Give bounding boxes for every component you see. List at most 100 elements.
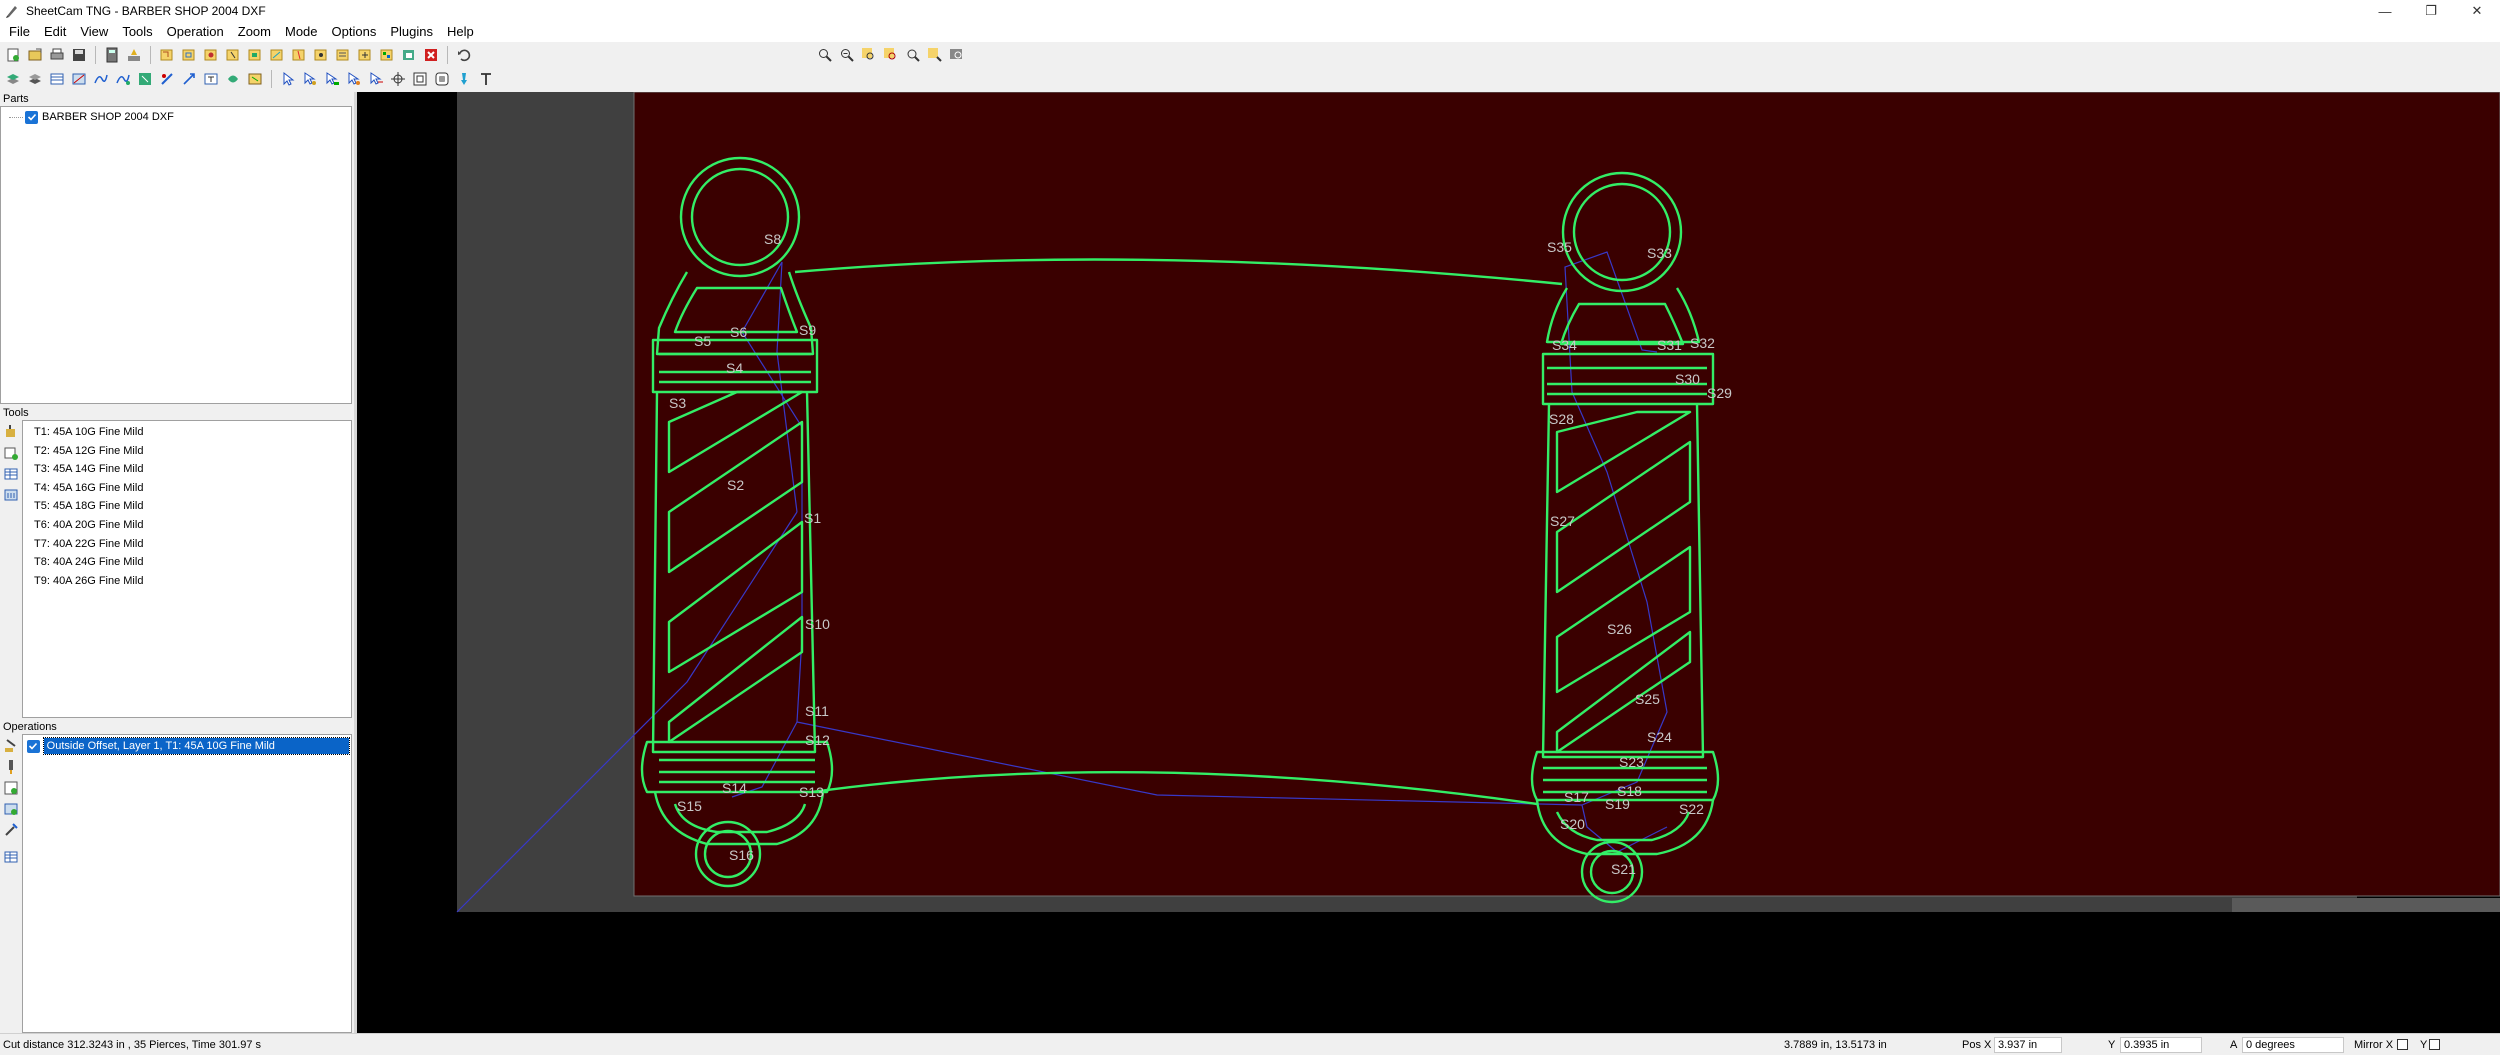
- stop-code-icon[interactable]: [332, 44, 353, 66]
- show-tabs-icon[interactable]: [156, 68, 177, 90]
- table-view-icon[interactable]: [46, 68, 67, 90]
- stack-icon[interactable]: [24, 68, 45, 90]
- minimize-button[interactable]: —: [2362, 0, 2408, 22]
- part-label: BARBER SHOP 2004 DXF: [42, 111, 174, 123]
- menu-mode[interactable]: Mode: [278, 22, 325, 42]
- start-point-label: S25: [1635, 691, 1660, 707]
- tool-item[interactable]: T8: 40A 24G Fine Mild: [23, 553, 351, 572]
- zoom-out-icon[interactable]: [836, 44, 857, 66]
- set-origin-icon[interactable]: [387, 68, 408, 90]
- show-start-points-icon[interactable]: [134, 68, 155, 90]
- tool-table-icon[interactable]: [1, 464, 21, 484]
- show-path-icon[interactable]: [90, 68, 111, 90]
- tool-change-icon[interactable]: [310, 44, 331, 66]
- tool-item[interactable]: T5: 45A 18G Fine Mild: [23, 497, 351, 516]
- layers-icon[interactable]: [2, 68, 23, 90]
- add-text-icon[interactable]: [475, 68, 496, 90]
- drawing-canvas[interactable]: S8 S6 S9 S5 S4 S3 S2 S1 S10 S11 S12 S13 S14 S15 S16 S35…: [357, 92, 2500, 1033]
- part-row[interactable]: BARBER SHOP 2004 DXF: [1, 108, 351, 126]
- pos-y-field[interactable]: 0.3935 in: [2120, 1037, 2202, 1053]
- show-rapids-icon[interactable]: [68, 68, 89, 90]
- show-shapes-icon[interactable]: [244, 68, 265, 90]
- menu-zoom[interactable]: Zoom: [231, 22, 278, 42]
- operation-row[interactable]: Outside Offset, Layer 1, T1: 45A 10G Fin…: [27, 737, 351, 755]
- drill-icon[interactable]: [222, 44, 243, 66]
- plasma-cut-icon[interactable]: [288, 44, 309, 66]
- print-button[interactable]: [46, 44, 67, 66]
- menu-tools[interactable]: Tools: [115, 22, 159, 42]
- new-operation-icon[interactable]: [156, 44, 177, 66]
- torch-icon[interactable]: [1, 757, 21, 777]
- inside-offset-icon[interactable]: [200, 44, 221, 66]
- operation-table-icon[interactable]: [1, 799, 21, 819]
- set-cut-order-icon[interactable]: [365, 68, 386, 90]
- tool-library-icon[interactable]: [1, 485, 21, 505]
- select-mode-icon[interactable]: [277, 68, 298, 90]
- menu-operation[interactable]: Operation: [160, 22, 231, 42]
- start-point-label: S17: [1564, 789, 1589, 805]
- tabbed-operation-icon[interactable]: [376, 44, 397, 66]
- operation-properties-icon[interactable]: [1, 778, 21, 798]
- tool-item[interactable]: T6: 40A 20G Fine Mild: [23, 516, 351, 535]
- zoom-sheet-icon[interactable]: [880, 44, 901, 66]
- show-direction-icon[interactable]: [178, 68, 199, 90]
- undo-icon[interactable]: [453, 44, 474, 66]
- menu-edit[interactable]: Edit: [37, 22, 73, 42]
- angle-field[interactable]: 0 degrees: [2242, 1037, 2344, 1053]
- mirror-y-checkbox[interactable]: [2429, 1039, 2440, 1050]
- engrave-icon[interactable]: [266, 44, 287, 66]
- set-tab-icon[interactable]: [321, 68, 342, 90]
- maximize-button[interactable]: ❐: [2408, 0, 2454, 22]
- pos-x-field[interactable]: 3.937 in: [1994, 1037, 2062, 1053]
- delete-operation-icon[interactable]: [420, 44, 441, 66]
- menu-plugins[interactable]: Plugins: [383, 22, 440, 42]
- operation-list-icon[interactable]: [1, 847, 21, 867]
- show-offset-icon[interactable]: [112, 68, 133, 90]
- show-text-icon[interactable]: [200, 68, 221, 90]
- save-job-button[interactable]: [68, 44, 89, 66]
- tool-item[interactable]: T9: 40A 26G Fine Mild: [23, 572, 351, 591]
- show-sheet-icon[interactable]: [222, 68, 243, 90]
- zoom-window-icon[interactable]: [902, 44, 923, 66]
- outside-offset-icon[interactable]: [178, 44, 199, 66]
- menu-file[interactable]: File: [2, 22, 37, 42]
- open-job-button[interactable]: [24, 44, 45, 66]
- menu-options[interactable]: Options: [325, 22, 384, 42]
- nest-icon[interactable]: [431, 68, 452, 90]
- calculator-icon[interactable]: [101, 44, 122, 66]
- zoom-part-icon[interactable]: [858, 44, 879, 66]
- measure-icon[interactable]: [453, 68, 474, 90]
- horizontal-scrollbar[interactable]: [2232, 898, 2500, 912]
- menu-help[interactable]: Help: [440, 22, 481, 42]
- canvas-svg[interactable]: S8 S6 S9 S5 S4 S3 S2 S1 S10 S11 S12 S13 S14 S15 S16 S35…: [357, 92, 2500, 1033]
- zoom-all-icon[interactable]: [924, 44, 945, 66]
- part-checkbox[interactable]: [25, 110, 38, 124]
- operations-list: Outside Offset, Layer 1, T1: 45A 10G Fin…: [22, 734, 352, 1033]
- new-job-button[interactable]: [2, 44, 23, 66]
- set-start-point-icon[interactable]: [343, 68, 364, 90]
- tool-item[interactable]: T7: 40A 22G Fine Mild: [23, 535, 351, 554]
- start-point-label: S24: [1647, 729, 1672, 745]
- new-tool-icon[interactable]: [1, 422, 21, 442]
- move-operation-icon[interactable]: [354, 44, 375, 66]
- operation-checkbox[interactable]: [27, 739, 40, 753]
- sheet-edge-icon[interactable]: [409, 68, 430, 90]
- edit-tool-icon[interactable]: [1, 443, 21, 463]
- mirror-x-checkbox[interactable]: [2397, 1039, 2408, 1050]
- mirror-y-label: Y: [2420, 1039, 2428, 1051]
- copy-operation-icon[interactable]: [398, 44, 419, 66]
- menu-view[interactable]: View: [73, 22, 115, 42]
- tool-item[interactable]: T3: 45A 14G Fine Mild: [23, 460, 351, 479]
- tools-list: T1: 45A 10G Fine Mild T2: 45A 12G Fine M…: [22, 420, 352, 718]
- new-operation-side-icon[interactable]: [1, 736, 21, 756]
- run-postprocessor-button[interactable]: [123, 44, 144, 66]
- close-button[interactable]: ✕: [2454, 0, 2500, 22]
- pocket-icon[interactable]: [244, 44, 265, 66]
- select-start-icon[interactable]: [299, 68, 320, 90]
- zoom-selection-icon[interactable]: [946, 44, 967, 66]
- operation-wizard-icon[interactable]: [1, 820, 21, 840]
- zoom-in-icon[interactable]: [814, 44, 835, 66]
- tool-item[interactable]: T1: 45A 10G Fine Mild: [23, 423, 351, 442]
- tool-item[interactable]: T4: 45A 16G Fine Mild: [23, 479, 351, 498]
- tool-item[interactable]: T2: 45A 12G Fine Mild: [23, 442, 351, 461]
